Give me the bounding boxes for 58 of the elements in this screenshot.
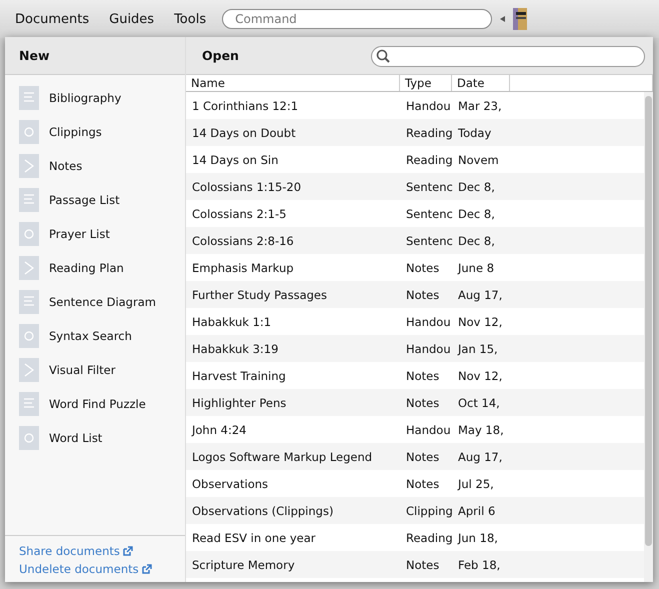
document-row[interactable]: Colossians 2:8-16 Sentenc Dec 8, (186, 227, 644, 254)
document-row[interactable]: Harvest Training Notes Nov 12, (186, 362, 644, 389)
menu-item[interactable]: Guides (109, 12, 154, 26)
document-icon (19, 392, 39, 416)
caret-icon[interactable] (500, 16, 506, 22)
document-type-item[interactable]: Sentence Diagram (5, 285, 185, 319)
scrollbar[interactable] (644, 92, 653, 582)
document-type-item[interactable]: Word List (5, 421, 185, 455)
document-row[interactable]: Further Study Passages Notes Aug 17, (186, 281, 644, 308)
link[interactable]: Share documents (19, 544, 133, 558)
document-icon (19, 154, 39, 178)
document-type-item[interactable]: Reading Plan (5, 251, 185, 285)
document-row[interactable]: Colossians 2:1-5 Sentenc Dec 8, (186, 200, 644, 227)
document-type-item[interactable]: Word Find Puzzle (5, 387, 185, 421)
document-row[interactable]: Colossians 1:15-20 Sentenc Dec 8, (186, 173, 644, 200)
link[interactable]: Undelete documents (19, 562, 152, 576)
column-header[interactable]: Type (400, 75, 452, 91)
document-row[interactable]: Habakkuk 1:1 Handou Nov 12, (186, 308, 644, 335)
document-row[interactable]: 1 Corinthians 12:1 Handou Mar 23, (186, 92, 644, 119)
document-row[interactable]: Highlighter Pens Notes Oct 14, (186, 389, 644, 416)
document-icon (19, 290, 39, 314)
document-type-item[interactable]: Syntax Search (5, 319, 185, 353)
document-row[interactable]: 14 Days on Doubt Reading Today (186, 119, 644, 146)
document-row[interactable]: Logos Software Markup Legend Notes Aug 17, (186, 443, 644, 470)
document-icon (19, 256, 39, 280)
document-type-item[interactable]: Passage List (5, 183, 185, 217)
document-row[interactable]: Observations (Clippings) Clipping April 6 (186, 497, 644, 524)
document-icon (19, 222, 39, 246)
column-header[interactable]: Name (186, 75, 400, 91)
document-icon (19, 358, 39, 382)
menu-item[interactable]: Tools (174, 12, 206, 26)
panel-title: New (19, 48, 50, 63)
document-icon (19, 120, 39, 144)
panel-title: Open (202, 48, 239, 63)
document-type-item[interactable]: Notes (5, 149, 185, 183)
document-row[interactable]: Scripture Memory Notes Feb 18, (186, 551, 644, 578)
external-link-icon (142, 564, 152, 574)
document-type-item[interactable]: Clippings (5, 115, 185, 149)
document-type-item[interactable]: Prayer List (5, 217, 185, 251)
document-icon (19, 86, 39, 110)
document-icon (19, 426, 39, 450)
document-row[interactable]: John 4:24 Handou May 18, (186, 416, 644, 443)
document-row[interactable]: Observations Notes Jul 25, (186, 470, 644, 497)
document-row[interactable]: 14 Days on Sin Reading Novem (186, 146, 644, 173)
library-icon[interactable] (513, 8, 528, 30)
search-icon (376, 49, 390, 63)
document-row[interactable]: Habakkuk 3:19 Handou Jan 15, (186, 335, 644, 362)
document-icon (19, 324, 39, 348)
command-field[interactable]: Command (222, 9, 492, 29)
document-row[interactable]: Emphasis Markup Notes June 8 (186, 254, 644, 281)
document-row[interactable]: Read ESV in one year Reading Jun 18, (186, 524, 644, 551)
search-field[interactable] (371, 46, 645, 66)
document-icon (19, 188, 39, 212)
document-type-item[interactable]: Bibliography (5, 81, 185, 115)
document-type-item[interactable]: Visual Filter (5, 353, 185, 387)
column-header[interactable]: Date (452, 75, 510, 91)
menu-item[interactable]: Documents (15, 12, 90, 26)
external-link-icon (122, 546, 133, 556)
